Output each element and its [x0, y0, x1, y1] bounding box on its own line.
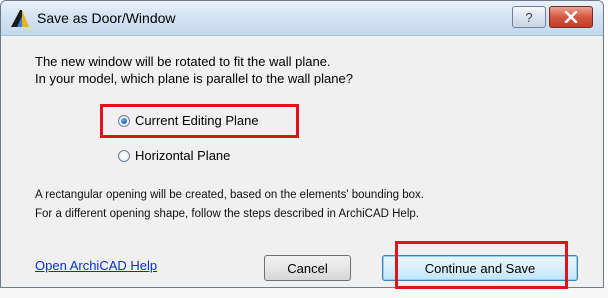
cancel-button[interactable]: Cancel	[264, 255, 351, 281]
intro-line-2: In your model, which plane is parallel t…	[35, 71, 353, 86]
radio-button-selected[interactable]	[118, 114, 130, 127]
radio-button-unselected[interactable]	[118, 149, 130, 162]
intro-line-1: The new window will be rotated to fit th…	[35, 54, 331, 69]
open-archicad-help-link[interactable]: Open ArchiCAD Help	[35, 258, 157, 273]
help-button-label: ?	[525, 9, 533, 25]
continue-and-save-button[interactable]: Continue and Save	[382, 255, 578, 281]
archicad-app-icon	[11, 10, 29, 27]
radio-label-horizontal-plane: Horizontal Plane	[135, 148, 231, 163]
note-line-1: A rectangular opening will be created, b…	[35, 189, 424, 201]
help-button[interactable]: ?	[512, 6, 546, 28]
close-button[interactable]	[549, 6, 593, 28]
save-as-door-window-dialog: Save as Door/Window ? The new window wil…	[0, 0, 604, 289]
window-title: Save as Door/Window	[37, 10, 176, 26]
radio-label-current-editing-plane: Current Editing Plane	[135, 113, 259, 128]
radio-horizontal-plane[interactable]: Horizontal Plane	[118, 148, 230, 163]
radio-current-editing-plane[interactable]: Current Editing Plane	[118, 113, 259, 128]
dialog-body: The new window will be rotated to fit th…	[1, 36, 603, 289]
close-x-icon	[564, 11, 578, 23]
title-bar[interactable]: Save as Door/Window ?	[1, 1, 603, 36]
note-line-2: For a different opening shape, follow th…	[35, 208, 419, 220]
